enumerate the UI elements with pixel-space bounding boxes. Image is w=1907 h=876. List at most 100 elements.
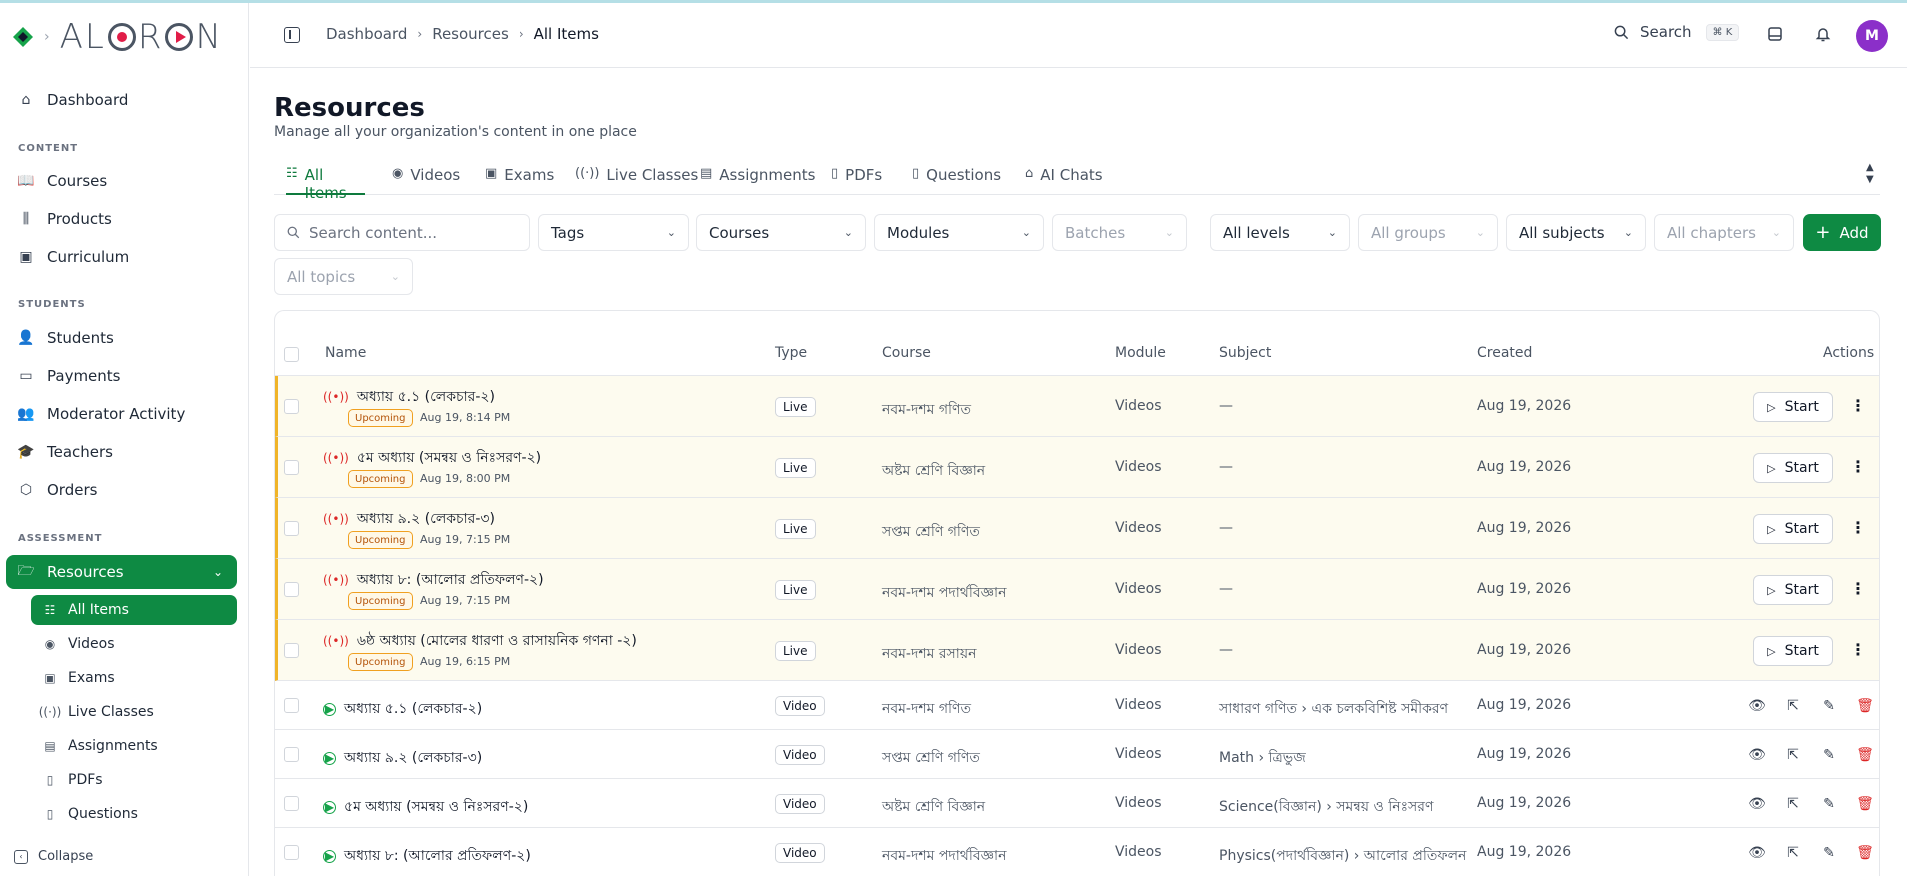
modules-select[interactable]: Modules ⌄ bbox=[874, 214, 1044, 251]
sidebar-item-payments[interactable]: ▭ Payments bbox=[6, 359, 237, 393]
row-name[interactable]: ▶ অধ্যায় ৯.২ (লেকচার-৩) bbox=[323, 746, 482, 770]
sidebar-item-courses[interactable]: 📖 Courses bbox=[6, 164, 237, 198]
add-button[interactable]: + Add bbox=[1803, 214, 1881, 251]
row-checkbox[interactable] bbox=[284, 582, 299, 597]
edit-icon[interactable]: ✎ bbox=[1821, 796, 1837, 812]
breadcrumb-resources[interactable]: Resources bbox=[432, 25, 509, 43]
tab-ai-chats[interactable]: ⌂ AI Chats bbox=[1025, 166, 1103, 195]
sidebar-item-products[interactable]: ⫼ Products bbox=[6, 202, 237, 236]
tab-all-items[interactable]: ☷ All Items bbox=[286, 166, 365, 202]
row-name[interactable]: ▶ অধ্যায় ৫.১ (লেকচার-২) bbox=[323, 697, 482, 721]
row-checkbox[interactable] bbox=[284, 698, 299, 713]
table-row[interactable]: ((•)) ৫ম অধ্যায় (সমন্বয় ও নিঃসরণ-২) Upco… bbox=[275, 437, 1879, 498]
table-row[interactable]: ▶ অধ্যায় ৮: (আলোর প্রতিফলণ-২) Video নবম-দশ… bbox=[275, 828, 1879, 876]
row-name[interactable]: ((•)) অধ্যায় ৯.২ (লেকচার-৩) bbox=[323, 507, 495, 531]
sidebar-toggle-icon[interactable] bbox=[284, 27, 300, 43]
sidebar-sub-exams[interactable]: ▣ Exams bbox=[31, 663, 237, 693]
app-switcher-icon[interactable] bbox=[12, 26, 34, 48]
table-row[interactable]: ((•)) অধ্যায় ৫.১ (লেকচার-২) Upcoming Aug 1… bbox=[275, 376, 1879, 437]
brand-row[interactable]: › AL R N bbox=[12, 17, 223, 57]
trash-icon[interactable]: 🗑 bbox=[1856, 698, 1874, 714]
edit-icon[interactable]: ✎ bbox=[1821, 845, 1837, 861]
tab-live-classes[interactable]: ((·)) Live Classes bbox=[575, 166, 698, 195]
sidebar-item-curriculum[interactable]: ▣ Curriculum bbox=[6, 240, 237, 274]
tab-questions[interactable]: ▯ Questions bbox=[912, 166, 1001, 195]
sidebar-item-orders[interactable]: ⬡ Orders bbox=[6, 473, 237, 507]
table-row[interactable]: ▶ অধ্যায় ৫.১ (লেকচার-২) Video নবম-দশম গণিত… bbox=[275, 681, 1879, 730]
more-actions-icon[interactable]: ⋮ bbox=[1850, 396, 1866, 415]
global-search-button[interactable]: Search ⌘ K bbox=[1614, 23, 1740, 41]
sidebar-sub-pdfs[interactable]: ▯ PDFs bbox=[31, 765, 237, 795]
sidebar-sub-live-classes[interactable]: ((·)) Live Classes bbox=[31, 697, 237, 727]
tabs-scroll-control[interactable]: ▲ ▼ bbox=[1866, 162, 1874, 186]
sidebar-sub-videos[interactable]: ◉ Videos bbox=[31, 629, 237, 659]
row-name[interactable]: ((•)) ৫ম অধ্যায় (সমন্বয় ও নিঃসরণ-২) bbox=[323, 446, 541, 470]
sidebar-item-students[interactable]: 👤 Students bbox=[6, 321, 237, 355]
row-name[interactable]: ((•)) অধ্যায় ৮: (আলোর প্রতিফলণ-২) bbox=[323, 568, 544, 592]
eye-icon[interactable]: 👁 bbox=[1748, 698, 1766, 714]
column-header-name[interactable]: Name bbox=[325, 345, 366, 361]
tab-exams[interactable]: ▣ Exams bbox=[485, 166, 554, 195]
row-checkbox[interactable] bbox=[284, 521, 299, 536]
sidebar-item-moderator-activity[interactable]: 👥 Moderator Activity bbox=[6, 397, 237, 431]
edit-icon[interactable]: ✎ bbox=[1821, 747, 1837, 763]
table-row[interactable]: ▶ ৫ম অধ্যায় (সমন্বয় ও নিঃসরণ-২) Video অষ্… bbox=[275, 779, 1879, 828]
groups-select[interactable]: All groups ⌄ bbox=[1358, 214, 1498, 251]
more-actions-icon[interactable]: ⋮ bbox=[1850, 640, 1866, 659]
tab-pdfs[interactable]: ▯ PDFs bbox=[831, 166, 882, 195]
column-header-module[interactable]: Module bbox=[1115, 345, 1166, 361]
edit-icon[interactable]: ✎ bbox=[1821, 698, 1837, 714]
sidebar-sub-all-items[interactable]: ☷ All Items bbox=[31, 595, 237, 625]
trash-icon[interactable]: 🗑 bbox=[1856, 796, 1874, 812]
start-live-button[interactable]: ▷ Start bbox=[1753, 392, 1833, 422]
chevron-down-icon[interactable]: ⌄ bbox=[213, 565, 223, 579]
start-live-button[interactable]: ▷ Start bbox=[1753, 514, 1833, 544]
column-header-type[interactable]: Type bbox=[775, 345, 807, 361]
row-name[interactable]: ((•)) অধ্যায় ৫.১ (লেকচার-২) bbox=[323, 385, 495, 409]
external-link-icon[interactable]: ⇱ bbox=[1785, 698, 1801, 714]
sidebar-sub-questions[interactable]: ▯ Questions bbox=[31, 799, 237, 829]
row-name[interactable]: ▶ ৫ম অধ্যায় (সমন্বয় ও নিঃসরণ-২) bbox=[323, 795, 528, 819]
sidebar-item-dashboard[interactable]: ⌂ Dashboard bbox=[6, 83, 237, 117]
start-live-button[interactable]: ▷ Start bbox=[1753, 636, 1833, 666]
column-header-created[interactable]: Created bbox=[1477, 345, 1532, 361]
more-actions-icon[interactable]: ⋮ bbox=[1850, 457, 1866, 476]
tab-assignments[interactable]: ▤ Assignments bbox=[700, 166, 815, 195]
row-checkbox[interactable] bbox=[284, 845, 299, 860]
chapters-select[interactable]: All chapters ⌄ bbox=[1654, 214, 1794, 251]
breadcrumb-dashboard[interactable]: Dashboard bbox=[326, 25, 407, 43]
row-checkbox[interactable] bbox=[284, 399, 299, 414]
levels-select[interactable]: All levels ⌄ bbox=[1210, 214, 1350, 251]
row-checkbox[interactable] bbox=[284, 460, 299, 475]
start-live-button[interactable]: ▷ Start bbox=[1753, 575, 1833, 605]
courses-select[interactable]: Courses ⌄ bbox=[696, 214, 866, 251]
inbox-icon[interactable] bbox=[1766, 25, 1784, 43]
tags-select[interactable]: Tags ⌄ bbox=[538, 214, 689, 251]
sidebar-item-teachers[interactable]: 🎓 Teachers bbox=[6, 435, 237, 469]
chevron-down-icon[interactable]: ▼ bbox=[1866, 174, 1874, 186]
row-name[interactable]: ((•)) ৬ষ্ঠ অধ্যায় (মোলের ধারণা ও রাসায়ন… bbox=[323, 629, 637, 653]
more-actions-icon[interactable]: ⋮ bbox=[1850, 579, 1866, 598]
start-live-button[interactable]: ▷ Start bbox=[1753, 453, 1833, 483]
select-all-checkbox[interactable] bbox=[284, 347, 299, 362]
topics-select[interactable]: All topics ⌄ bbox=[274, 258, 413, 295]
subjects-select[interactable]: All subjects ⌄ bbox=[1506, 214, 1646, 251]
row-checkbox[interactable] bbox=[284, 747, 299, 762]
chevron-up-icon[interactable]: ▲ bbox=[1866, 162, 1874, 174]
eye-icon[interactable]: 👁 bbox=[1748, 845, 1766, 861]
external-link-icon[interactable]: ⇱ bbox=[1785, 747, 1801, 763]
brand-logo[interactable]: AL R N bbox=[60, 17, 223, 57]
row-checkbox[interactable] bbox=[284, 643, 299, 658]
table-row[interactable]: ((•)) অধ্যায় ৯.২ (লেকচার-৩) Upcoming Aug 1… bbox=[275, 498, 1879, 559]
more-actions-icon[interactable]: ⋮ bbox=[1850, 518, 1866, 537]
eye-icon[interactable]: 👁 bbox=[1748, 796, 1766, 812]
eye-icon[interactable]: 👁 bbox=[1748, 747, 1766, 763]
external-link-icon[interactable]: ⇱ bbox=[1785, 845, 1801, 861]
trash-icon[interactable]: 🗑 bbox=[1856, 845, 1874, 861]
table-row[interactable]: ((•)) অধ্যায় ৮: (আলোর প্রতিফলণ-২) Upcomin… bbox=[275, 559, 1879, 620]
table-row[interactable]: ▶ অধ্যায় ৯.২ (লেকচার-৩) Video সপ্তম শ্রেণি… bbox=[275, 730, 1879, 779]
collapse-sidebar-button[interactable]: ‹ Collapse bbox=[14, 849, 93, 864]
search-content-input[interactable]: Search content... bbox=[274, 214, 530, 251]
table-row[interactable]: ((•)) ৬ষ্ঠ অধ্যায় (মোলের ধারণা ও রাসায়ন… bbox=[275, 620, 1879, 681]
column-header-subject[interactable]: Subject bbox=[1219, 345, 1271, 361]
